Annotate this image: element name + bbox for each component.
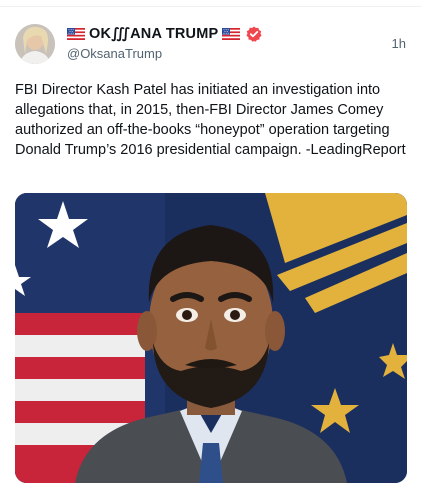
post-timestamp[interactable]: 1h	[392, 36, 406, 51]
us-flag-icon	[67, 28, 85, 40]
author-avatar[interactable]	[15, 24, 55, 64]
post-media-image[interactable]	[15, 193, 407, 483]
author-name-row[interactable]: OK∭ANA TRUMP	[67, 24, 262, 44]
portrait-photo-icon	[15, 193, 407, 483]
post-body-text: FBI Director Kash Patel has initiated an…	[15, 82, 406, 158]
verified-badge-icon	[246, 26, 262, 42]
post-card[interactable]: OK∭ANA TRUMP @OksanaTrump 1h FBI Directo…	[0, 0, 421, 500]
divider	[0, 6, 421, 7]
us-flag-icon	[222, 28, 241, 40]
author-display-name[interactable]: OK∭ANA TRUMP	[89, 26, 218, 42]
author-handle[interactable]: @OksanaTrump	[67, 46, 162, 61]
